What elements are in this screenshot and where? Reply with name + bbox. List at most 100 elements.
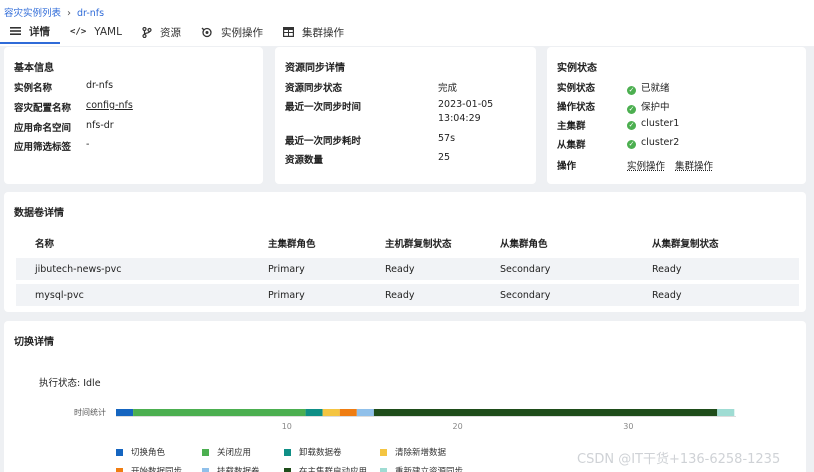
check-circle-icon: ✓ [627,140,636,149]
value-namespace: nfs-dr [86,120,114,131]
legend-label: 在主集群启动应用 [299,467,368,472]
x-tick-label-1: 20 [453,422,463,431]
instance-status-title: 实例状态 [557,63,597,74]
legend-swatch [380,448,387,456]
col-header-primary-repl: 主机群复制状态 [385,239,452,250]
volume-details-title: 数据卷详情 [14,208,64,219]
tab-resources[interactable]: 资源 [132,20,191,44]
value-instance-name: dr-nfs [86,80,114,91]
cell-name: jibutech-news-pvc [16,258,268,280]
config-name-link[interactable]: config-nfs [86,100,133,111]
tab-instance-ops[interactable]: 实例操作 [191,20,273,44]
legend-label: 卸载数据卷 [299,448,342,458]
cell-primary-role: Primary [268,258,385,280]
sync-details-title: 资源同步详情 [285,63,345,74]
label-secondary-cluster: 从集群 [557,140,586,151]
legend-label: 关闭应用 [217,448,252,458]
code-icon: </> [70,27,87,37]
value-instance-state: 已就绪 [641,83,670,94]
legend-item-1[interactable]: 关闭应用 [202,446,251,458]
table-row: mysql-pvc Primary Ready Secondary Ready [16,284,799,306]
tab-yaml[interactable]: </> YAML [60,20,132,44]
volume-details-card: 数据卷详情 名称 主集群角色 主机群复制状态 从集群角色 从集群复制状态 jib… [4,192,806,312]
sync-details-card: 资源同步详情 资源同步状态 完成 最近一次同步时间 2023-01-05 13:… [275,47,536,184]
watermark: CSDN @IT干货+136-6258-1235 [577,452,781,467]
bar-segment-0 [116,409,134,416]
cluster-ops-link[interactable]: 集群操作 [675,161,713,172]
breadcrumb-current: dr-nfs [77,8,105,19]
legend-label: 开始数据同步 [131,467,183,472]
label-operation-state: 操作状态 [557,102,596,113]
col-header-secondary-role: 从集群角色 [500,239,548,250]
legend-swatch [116,448,123,456]
settings-icon [201,27,213,38]
value-last-sync-date: 2023-01-05 [438,99,494,110]
label-namespace: 应用命名空间 [14,123,72,134]
value-secondary-cluster: cluster2 [641,137,680,148]
legend-item-6[interactable]: 在主集群启动应用 [284,465,367,472]
basic-info-title: 基本信息 [14,63,54,74]
breadcrumb-parent-link[interactable]: 容灾实例列表 [4,8,61,19]
category-label: 时间统计 [74,407,106,417]
chevron-right-icon: › [67,8,72,19]
check-circle-icon: ✓ [627,121,636,130]
legend-swatch [284,467,291,472]
legend-swatch [202,448,209,456]
tab-cluster-ops[interactable]: 集群操作 [273,20,354,44]
instance-ops-link[interactable]: 实例操作 [627,161,665,172]
legend-label: 切换角色 [131,448,166,458]
label-primary-cluster: 主集群 [557,121,586,132]
tab-yaml-label: YAML [94,26,122,38]
bar-segment-7 [717,409,735,416]
legend-item-7[interactable]: 重新建立资源同步 [380,465,463,472]
legend-label: 重新建立资源同步 [395,467,464,472]
value-primary-cluster: cluster1 [641,118,680,129]
value-operation-state: 保护中 [641,102,670,113]
label-operations: 操作 [557,161,577,172]
table-header-row: 名称 主集群角色 主机群复制状态 从集群角色 从集群复制状态 [16,234,799,254]
branch-icon [142,26,152,38]
volume-table: 名称 主集群角色 主机群复制状态 从集群角色 从集群复制状态 jibutech-… [16,230,799,310]
table-icon [282,27,294,37]
label-instance-state: 实例状态 [557,83,596,94]
label-resource-count: 资源数量 [285,155,324,166]
cell-secondary-repl: Ready [652,284,799,306]
breadcrumb: 容灾实例列表 › dr-nfs [4,5,104,19]
instance-status-card: 实例状态 实例状态 ✓ 已就绪 操作状态 ✓ 保护中 主集群 ✓ cluster1 从… [547,47,806,184]
value-sync-status: 完成 [438,83,458,94]
tab-cluster-ops-label: 集群操作 [301,26,344,39]
x-tick-label-2: 30 [623,422,633,431]
label-instance-name: 实例名称 [14,83,53,94]
legend-swatch [116,467,123,472]
tab-bar: 详情 </> YAML 资源 实例操作 集群操作 [0,20,354,46]
label-last-sync-duration: 最近一次同步耗时 [285,136,362,147]
legend-swatch [380,467,387,472]
legend-label: 清除新增数据 [395,448,447,458]
top-bar: 容灾实例列表 › dr-nfs 详情 </> YAML 资源 实例操作 集群操作 [0,0,814,46]
label-sync-status: 资源同步状态 [285,83,343,94]
bar-segment-5 [356,409,374,416]
tab-details[interactable]: 详情 [0,20,60,44]
col-header-secondary-repl: 从集群复制状态 [652,239,719,250]
col-header-name: 名称 [35,239,55,250]
cell-primary-repl: Ready [385,258,500,280]
bar-segment-6 [373,409,718,416]
label-last-sync-time: 最近一次同步时间 [285,102,362,113]
basic-info-card: 基本信息 实例名称 dr-nfs 容灾配置名称 config-nfs 应用命名空… [4,47,263,184]
bar-segment-4 [339,409,357,416]
legend-item-0[interactable]: 切换角色 [116,446,165,458]
tab-resources-label: 资源 [159,26,181,39]
cell-secondary-role: Secondary [500,284,652,306]
table-row: jibutech-news-pvc Primary Ready Secondar… [16,258,799,280]
cell-primary-role: Primary [268,284,385,306]
cell-name: mysql-pvc [16,284,268,306]
col-header-primary-role: 主集群角色 [268,239,316,250]
legend-item-3[interactable]: 清除新增数据 [380,446,446,458]
legend-item-5[interactable]: 挂载数据卷 [202,465,260,472]
value-resource-count: 25 [438,152,451,163]
legend-item-4[interactable]: 开始数据同步 [116,465,182,472]
bar-segment-1 [133,409,306,416]
value-last-sync-clock: 13:04:29 [438,113,481,124]
legend-label: 挂载数据卷 [217,467,260,472]
legend-item-2[interactable]: 卸载数据卷 [284,446,342,458]
